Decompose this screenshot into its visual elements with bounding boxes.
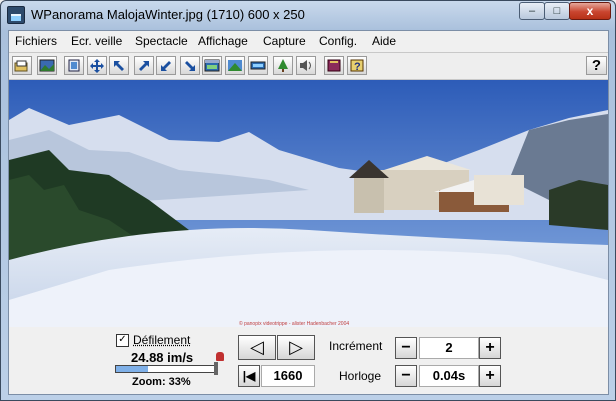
panorama-photo [9, 80, 608, 327]
clock-plus-button[interactable]: + [479, 365, 501, 387]
tree-icon[interactable] [273, 56, 293, 75]
open-icon[interactable] [12, 56, 32, 75]
crop-icon[interactable] [64, 56, 84, 75]
first-button[interactable]: |◀ [238, 365, 260, 387]
window-icon[interactable] [202, 56, 222, 75]
zoom-bar[interactable] [115, 365, 215, 373]
minimize-button[interactable]: – [519, 2, 545, 20]
menu-ecr-veille[interactable]: Ecr. veille [71, 34, 122, 48]
arrow-up-left-icon[interactable] [109, 56, 129, 75]
toolbar: ? ? [9, 52, 608, 80]
title-bar[interactable]: WPanorama MalojaWinter.jpg (1710) 600 x … [1, 1, 615, 29]
speed-indicator-icon [216, 352, 224, 361]
svg-text:?: ? [354, 61, 361, 73]
book-icon[interactable] [324, 56, 344, 75]
sound-icon[interactable] [296, 56, 316, 75]
menu-affichage[interactable]: Affichage [198, 34, 248, 48]
close-button[interactable]: x [569, 2, 611, 20]
clock-field[interactable]: 0.04s [419, 365, 479, 387]
landscape-icon[interactable] [225, 56, 245, 75]
panorama-image[interactable]: © panopix videotrippe - alister Hadenbac… [9, 80, 608, 327]
zoom-fill [116, 366, 149, 372]
app-icon[interactable] [7, 6, 25, 24]
help-book-icon[interactable]: ? [347, 56, 367, 75]
zoom-label: Zoom: 33% [132, 376, 191, 388]
menu-aide[interactable]: Aide [372, 34, 396, 48]
app-window: WPanorama MalojaWinter.jpg (1710) 600 x … [0, 0, 616, 401]
next-button[interactable]: ▷ [277, 335, 315, 360]
move-icon[interactable] [87, 56, 107, 75]
help-button[interactable]: ? [586, 56, 607, 75]
arrow-up-right-icon[interactable] [134, 56, 154, 75]
increment-label: Incrément [329, 339, 383, 353]
position-field[interactable]: 1660 [261, 365, 315, 387]
increment-field[interactable]: 2 [419, 337, 479, 359]
increment-plus-button[interactable]: + [479, 337, 501, 359]
clock-minus-button[interactable]: − [395, 365, 417, 387]
prev-button[interactable]: ◁ [238, 335, 276, 360]
maximize-button[interactable]: □ [544, 2, 570, 20]
zoom-slider-thumb[interactable] [214, 362, 218, 375]
window-title: WPanorama MalojaWinter.jpg (1710) 600 x … [31, 7, 305, 22]
menu-bar: Fichiers Ecr. veille Spectacle Affichage… [9, 31, 608, 51]
arrow-down-left-icon[interactable] [156, 56, 176, 75]
menu-capture[interactable]: Capture [263, 34, 306, 48]
menu-spectacle[interactable]: Spectacle [135, 34, 188, 48]
increment-minus-button[interactable]: − [395, 337, 417, 359]
arrow-down-right-icon[interactable] [180, 56, 200, 75]
window-small-icon[interactable] [248, 56, 268, 75]
control-panel: ✓ Défilement 24.88 im/s Zoom: 33% ◁ ▷ |◀… [9, 327, 608, 394]
speed-readout: 24.88 im/s [131, 350, 194, 365]
clock-label: Horloge [339, 369, 382, 383]
menu-fichiers[interactable]: Fichiers [15, 34, 57, 48]
client-area: Fichiers Ecr. veille Spectacle Affichage… [8, 30, 609, 395]
menu-config[interactable]: Config. [319, 34, 357, 48]
picture-icon[interactable] [37, 56, 57, 75]
scroll-checkbox[interactable]: ✓ [116, 334, 129, 347]
scroll-label[interactable]: Défilement [133, 333, 190, 347]
